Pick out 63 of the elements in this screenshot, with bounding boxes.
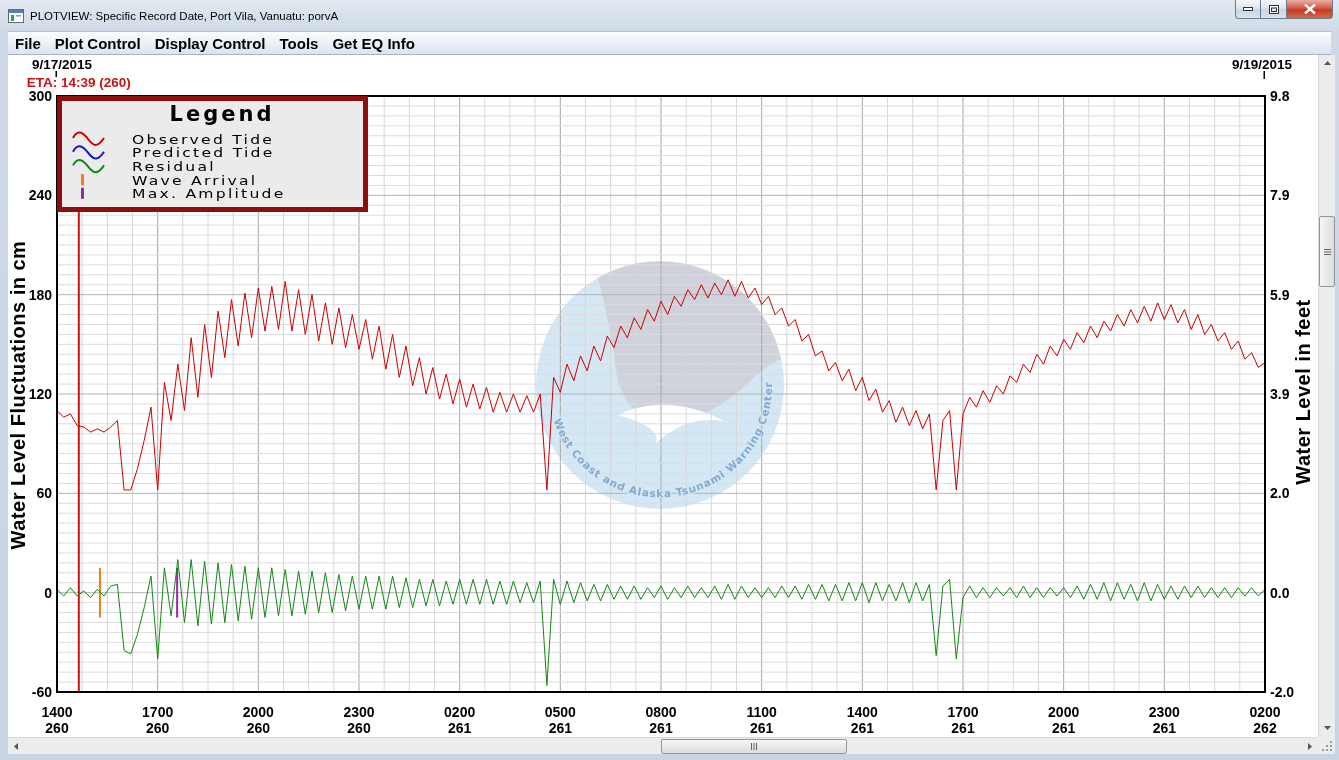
x-tick-label: 2000 261 bbox=[1048, 704, 1080, 736]
tick-mark-icon bbox=[55, 71, 57, 77]
y-tick-label: 3.9 bbox=[1270, 386, 1290, 402]
x-tick-label: 1700 260 bbox=[142, 704, 174, 736]
minimize-icon bbox=[1243, 7, 1253, 11]
x-tick-label: 1100 261 bbox=[746, 704, 777, 736]
y-axis-title: Water Level in feet bbox=[1292, 299, 1314, 485]
date-label: 9/17/2015 bbox=[31, 57, 93, 72]
x-tick-label: 0500 261 bbox=[544, 704, 576, 736]
horizontal-scrollbar[interactable] bbox=[8, 737, 1318, 754]
scroll-thumb[interactable] bbox=[1319, 216, 1335, 287]
x-tick-label: 2000 260 bbox=[242, 704, 274, 736]
close-button[interactable] bbox=[1287, 0, 1333, 19]
y-tick-label: 0 bbox=[44, 584, 52, 601]
date-label: 9/19/2015 bbox=[1231, 57, 1293, 72]
right-arrow-icon bbox=[1305, 741, 1315, 751]
y-tick-label: 120 bbox=[28, 386, 52, 402]
x-tick-label: 1700 261 bbox=[947, 704, 979, 736]
legend-label: Max. Amplitude bbox=[132, 186, 286, 201]
legend-title: Legend bbox=[169, 102, 275, 126]
y-tick-label: -2.0 bbox=[1270, 684, 1295, 700]
x-tick-label: 2300 261 bbox=[1148, 704, 1180, 736]
app-icon bbox=[8, 8, 24, 23]
menu-item[interactable]: Plot Control bbox=[47, 32, 148, 54]
legend-label: Observed Tide bbox=[132, 132, 275, 147]
x-tick-label: 2300 260 bbox=[343, 704, 375, 736]
menu-item[interactable]: Get EQ Info bbox=[325, 32, 422, 54]
up-arrow-icon bbox=[1322, 59, 1332, 68]
x-tick-label: 0200 261 bbox=[444, 704, 476, 736]
x-tick-label: 1400 261 bbox=[846, 704, 878, 736]
y-tick-label: 9.8 bbox=[1270, 88, 1290, 104]
y-tick-label: 300 bbox=[28, 88, 52, 104]
y-tick-label: 180 bbox=[28, 286, 52, 303]
down-arrow-icon bbox=[1322, 724, 1332, 733]
vertical-scrollbar[interactable] bbox=[1318, 55, 1335, 737]
y-tick-label: -60 bbox=[31, 684, 52, 700]
grip-icon bbox=[751, 742, 757, 750]
tick-mark-icon bbox=[1263, 71, 1265, 79]
y-tick-label: 2.0 bbox=[1270, 485, 1290, 502]
minimize-button[interactable] bbox=[1235, 0, 1261, 19]
x-tick-label: 0800 261 bbox=[645, 704, 677, 736]
y-tick-label: 60 bbox=[36, 485, 52, 502]
y-tick-label: 5.9 bbox=[1270, 286, 1290, 303]
menu-item[interactable]: Tools bbox=[272, 32, 326, 54]
menu-item[interactable]: Display Control bbox=[147, 32, 273, 54]
legend-label: Residual bbox=[132, 159, 216, 174]
y-tick-label: 0.0 bbox=[1270, 584, 1290, 601]
maximize-button[interactable] bbox=[1261, 0, 1287, 19]
legend-label: Wave Arrival bbox=[132, 173, 258, 188]
y-tick-label: 240 bbox=[28, 187, 52, 204]
menu-item[interactable]: File bbox=[8, 32, 48, 54]
eta-label: ETA: 14:39 (260) bbox=[26, 75, 131, 90]
left-arrow-icon bbox=[11, 741, 21, 751]
grip-icon bbox=[1323, 248, 1331, 255]
close-icon bbox=[1303, 4, 1316, 14]
y-axis-title: Water Level Fluctuations in cm bbox=[8, 240, 29, 550]
x-tick-label: 0200 262 bbox=[1249, 704, 1281, 736]
x-tick-label: 1400 260 bbox=[41, 704, 73, 736]
scroll-thumb[interactable] bbox=[661, 738, 847, 754]
y-tick-label: 7.9 bbox=[1270, 187, 1290, 204]
maximize-icon bbox=[1268, 4, 1279, 14]
window-title: PLOTVIEW: Specific Record Date, Port Vila, Vanuatu: porvA bbox=[30, 9, 339, 22]
legend-label: Predicted Tide bbox=[132, 145, 275, 160]
